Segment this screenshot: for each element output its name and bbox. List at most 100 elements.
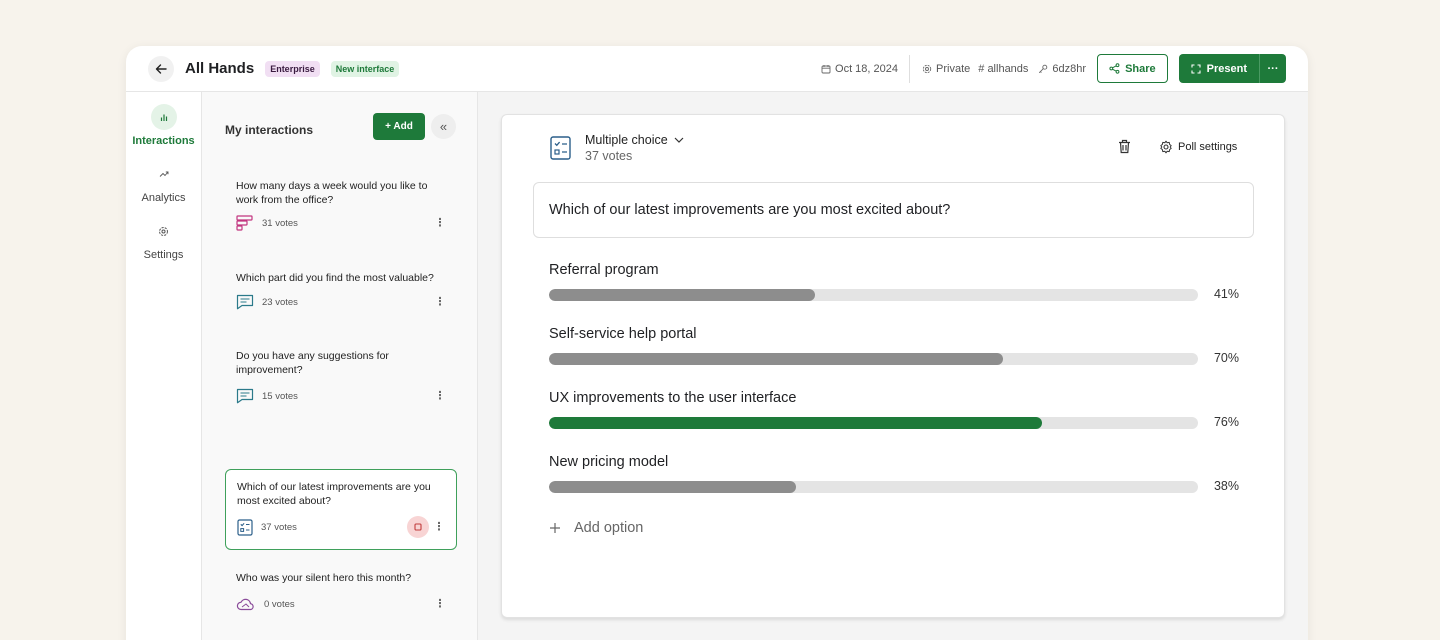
poll-option[interactable]: New pricing model 38% [549,454,1239,493]
option-label: Self-service help portal [549,326,697,342]
card-footer: 31 votes ⋮ [236,213,446,233]
card-menu-button[interactable]: ⋮ [434,594,446,614]
card-votes: 23 votes [262,296,298,308]
trend-up-icon [151,161,177,187]
back-button[interactable] [148,55,174,82]
event-date-label: Oct 18, 2024 [835,62,899,75]
card-votes: 37 votes [261,521,297,533]
header: All Hands Enterprise New interface Oct 1… [126,46,1308,92]
panel-title: My interactions [225,123,314,137]
interaction-card[interactable]: Which part did you find the most valuabl… [225,262,457,320]
new-interface-badge: New interface [330,60,400,77]
gear-icon [922,64,932,73]
interaction-card-selected[interactable]: Which of our latest improvements are you… [225,469,457,550]
poll-settings-button[interactable]: Poll settings [1159,140,1237,154]
present-more-button[interactable]: ··· [1259,54,1286,83]
interaction-type-label: Multiple choice [585,133,668,147]
interaction-type-dropdown[interactable]: Multiple choice [585,133,684,147]
interaction-card[interactable]: Who was your silent hero this month? 0 v… [225,562,457,622]
ranking-icon [236,215,253,231]
card-question: Which of our latest improvements are you… [237,481,431,507]
present-button-group: Present ··· [1178,54,1286,83]
card-menu-button[interactable]: ⋮ [434,213,446,233]
delete-button[interactable] [1118,139,1131,159]
fullscreen-icon [1191,63,1201,74]
interaction-card[interactable]: How many days a week would you like to w… [225,170,457,242]
event-date[interactable]: Oct 18, 2024 [821,54,911,83]
card-footer: 23 votes ⋮ [236,292,446,312]
option-bar-track [549,289,1198,301]
stop-icon [414,523,422,531]
share-label: Share [1125,62,1156,75]
poll-editor-card: Multiple choice 37 votes Poll settings W… [501,114,1285,618]
channel-label: # allhands [978,62,1029,75]
arrow-left-icon [155,63,167,74]
card-menu-button[interactable]: ⋮ [434,386,446,406]
option-percent: 38% [1213,479,1239,493]
gear-icon [1160,140,1172,154]
enterprise-badge: Enterprise [265,60,320,77]
main-area: Multiple choice 37 votes Poll settings W… [478,92,1308,640]
add-option-button[interactable]: Add option [549,520,643,536]
plus-icon [550,523,560,533]
poll-option[interactable]: Self-service help portal 70% [549,326,1239,365]
card-menu-button[interactable]: ⋮ [434,292,446,312]
nav-label-settings: Settings [143,249,184,261]
nav-label-interactions: Interactions [132,135,195,147]
open-text-icon [236,294,254,310]
option-percent: 41% [1213,287,1239,301]
option-percent: 76% [1213,415,1239,429]
card-question: Who was your silent hero this month? [236,572,412,584]
option-bar-track [549,353,1198,365]
left-nav: Interactions Analytics Settings [126,92,202,640]
option-bar-fill [549,353,1004,365]
option-bar-track [549,481,1198,493]
word-cloud-icon [236,598,254,611]
present-button[interactable]: Present [1178,54,1259,83]
event-code-label: 6dz8hr [1052,62,1087,75]
card-footer: 37 votes ⋮ [237,516,445,538]
add-option-label: Add option [574,520,644,536]
poll-option-leading[interactable]: UX improvements to the user interface 76… [549,390,1239,429]
gear-icon [151,218,177,244]
channel-tag[interactable]: # allhands [978,63,1028,75]
interaction-card[interactable]: Do you have any suggestions for improvem… [225,340,457,412]
interactions-panel: My interactions + Add « How many days a … [202,92,478,640]
nav-label-analytics: Analytics [141,192,186,204]
bar-chart-icon [150,104,177,130]
nav-item-interactions[interactable]: Interactions [126,104,201,147]
card-menu-button[interactable]: ⋮ [433,517,445,537]
privacy-setting[interactable]: Private [922,63,970,75]
privacy-label: Private [936,62,971,75]
option-bar-track [549,417,1198,429]
poll-option[interactable]: Referral program 41% [549,262,1239,301]
card-votes: 0 votes [264,598,295,610]
present-label: Present [1206,62,1247,75]
card-question: Which part did you find the most valuabl… [236,272,434,284]
trash-icon [1119,139,1130,154]
stop-voting-button[interactable] [407,516,429,538]
option-label: UX improvements to the user interface [549,390,797,406]
option-percent: 70% [1213,351,1239,365]
key-icon [1039,64,1048,73]
nav-item-analytics[interactable]: Analytics [126,161,201,204]
question-input[interactable]: Which of our latest improvements are you… [533,182,1254,238]
add-interaction-button[interactable]: + Add [373,113,425,140]
multiple-choice-icon [550,136,571,160]
card-question: How many days a week would you like to w… [236,180,428,206]
chevron-down-icon [674,137,684,143]
multiple-choice-icon [237,518,253,536]
card-footer: 0 votes ⋮ [236,594,446,614]
nav-item-settings[interactable]: Settings [126,218,201,261]
share-button[interactable]: Share [1097,54,1168,83]
card-footer: 15 votes ⋮ [236,386,446,406]
event-code[interactable]: 6dz8hr [1038,63,1086,75]
option-bar-fill [549,417,1043,429]
option-label: Referral program [549,262,659,278]
option-bar-fill [549,481,796,493]
collapse-panel-button[interactable]: « [431,114,456,139]
calendar-icon [821,64,831,73]
option-bar-fill [549,289,816,301]
open-text-icon [236,388,254,404]
card-question: Do you have any suggestions for improvem… [236,350,389,376]
